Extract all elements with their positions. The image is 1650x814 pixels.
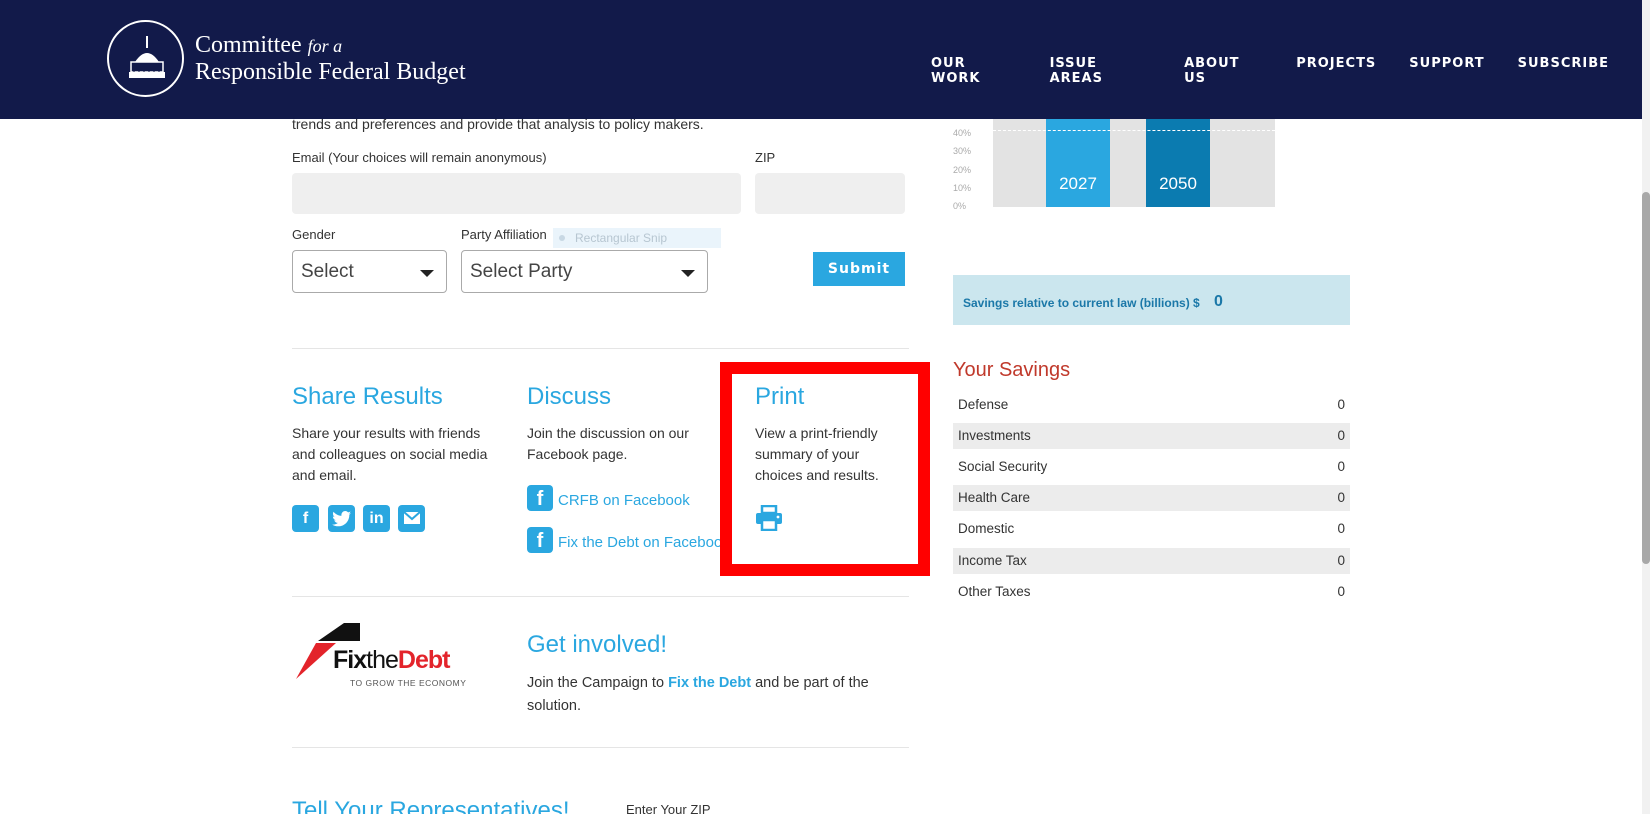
nav-support[interactable]: SUPPORT: [1409, 56, 1484, 86]
savings-row-name: Health Care: [958, 490, 1031, 505]
y-tick: 0%: [953, 201, 967, 211]
savings-row: Health Care 0: [953, 485, 1350, 511]
savings-label: Savings relative to current law (billion…: [963, 296, 1200, 310]
savings-row: Social Security 0: [953, 454, 1350, 480]
crfb-facebook-link[interactable]: CRFB on Facebook: [558, 492, 690, 509]
your-savings-title: Your Savings: [953, 359, 1071, 381]
savings-row-name: Domestic: [958, 521, 1015, 536]
logo-line1: Committee: [195, 32, 302, 58]
discuss-text: Join the discussion on our Facebook page…: [527, 425, 689, 462]
nav-about-us[interactable]: ABOUT US: [1184, 56, 1263, 86]
share-text: Share your results with friends and coll…: [292, 425, 488, 483]
savings-row-value: 0: [1337, 521, 1345, 536]
savings-row-value: 0: [1337, 459, 1345, 474]
zip-label: ZIP: [755, 150, 776, 165]
gender-select-value: Select: [301, 261, 354, 282]
nav-issue-areas[interactable]: ISSUE AREAS: [1050, 56, 1152, 86]
zip-field[interactable]: [755, 173, 905, 214]
main-nav: OUR WORK ISSUE AREAS ABOUT US PROJECTS S…: [931, 56, 1642, 86]
logo-subtitle: TO GROW THE ECONOMY: [350, 678, 467, 688]
facebook-icon[interactable]: f: [292, 505, 319, 532]
linkedin-icon[interactable]: in: [363, 505, 390, 532]
capitol-logo-icon[interactable]: [107, 20, 184, 97]
submit-button[interactable]: Submit: [813, 252, 905, 286]
chart-background: [993, 119, 1275, 207]
savings-value: 0: [1214, 293, 1223, 310]
chart-reference-line: [993, 130, 1275, 131]
savings-row: Defense 0: [953, 392, 1350, 418]
twitter-icon[interactable]: [328, 505, 355, 532]
bar-2027: 2027: [1046, 119, 1110, 207]
logo-line2: Responsible Federal Budget: [195, 59, 466, 85]
nav-projects[interactable]: PROJECTS: [1296, 56, 1376, 86]
savings-row: Income Tax 0: [953, 548, 1350, 574]
logo-fix: Fix: [333, 646, 367, 674]
email-label: Email (Your choices will remain anonymou…: [292, 150, 547, 165]
savings-row-value: 0: [1337, 428, 1345, 443]
site-logo-text[interactable]: Committee for a Responsible Federal Budg…: [195, 32, 466, 85]
site-header: Committee for a Responsible Federal Budg…: [0, 0, 1642, 119]
fix-the-debt-link[interactable]: Fix the Debt: [668, 675, 751, 691]
facebook-icon[interactable]: f: [527, 527, 553, 553]
tell-representatives-title: Tell Your Representatives!: [292, 797, 570, 814]
get-involved-text-before: Join the Campaign to: [527, 675, 669, 691]
y-tick: 20%: [953, 165, 972, 175]
savings-row-value: 0: [1337, 584, 1345, 599]
logo-the: the: [366, 646, 399, 674]
scrollbar-thumb[interactable]: [1642, 192, 1650, 564]
gender-select[interactable]: Select: [292, 250, 447, 293]
nav-subscribe[interactable]: SUBSCRIBE: [1518, 56, 1609, 86]
gender-label: Gender: [292, 227, 336, 242]
savings-row: Domestic 0: [953, 516, 1350, 542]
savings-row-value: 0: [1337, 553, 1345, 568]
facebook-icon[interactable]: f: [527, 485, 553, 511]
savings-row: Other Taxes 0: [953, 579, 1350, 605]
savings-row-name: Other Taxes: [958, 584, 1031, 599]
page-scrollbar[interactable]: [1642, 0, 1650, 814]
get-involved-text: Join the Campaign to Fix the Debt and be…: [527, 672, 897, 718]
party-select-value: Select Party: [470, 261, 573, 282]
print-text: View a print-friendly summary of your ch…: [755, 425, 879, 483]
share-title: Share Results: [292, 383, 443, 410]
divider: [292, 747, 909, 748]
chevron-down-icon: [681, 270, 695, 277]
y-tick: 30%: [953, 146, 972, 156]
get-involved-title: Get involved!: [527, 631, 668, 658]
savings-row-value: 0: [1337, 397, 1345, 412]
print-title: Print: [755, 383, 805, 410]
y-tick: 10%: [953, 183, 972, 193]
nav-our-work[interactable]: OUR WORK: [931, 56, 1017, 86]
enter-zip-label: Enter Your ZIP: [626, 802, 711, 814]
savings-row: Investments 0: [953, 423, 1350, 449]
discuss-title: Discuss: [527, 383, 612, 410]
divider: [292, 596, 909, 597]
chevron-down-icon: [420, 270, 434, 277]
y-tick: 40%: [953, 128, 972, 138]
printer-icon[interactable]: [755, 504, 783, 532]
fix-the-debt-facebook-link[interactable]: Fix the Debt on Facebook: [558, 534, 720, 551]
party-select[interactable]: Select Party: [461, 250, 708, 293]
snip-tooltip: Rectangular Snip: [553, 228, 721, 248]
divider: [292, 348, 909, 349]
logo-debt: Debt: [397, 646, 451, 674]
savings-row-value: 0: [1337, 490, 1345, 505]
party-label: Party Affiliation: [461, 227, 547, 242]
email-field[interactable]: [292, 173, 741, 214]
savings-row-name: Income Tax: [958, 553, 1027, 568]
savings-row-name: Defense: [958, 397, 1009, 412]
email-icon[interactable]: [398, 505, 425, 532]
logo-line1-italic: for a: [307, 36, 343, 56]
bar-2050: 2050: [1146, 119, 1210, 207]
savings-row-name: Social Security: [958, 459, 1048, 474]
fix-the-debt-logo-text: FixtheDebt: [333, 646, 451, 675]
savings-row-name: Investments: [958, 428, 1031, 443]
